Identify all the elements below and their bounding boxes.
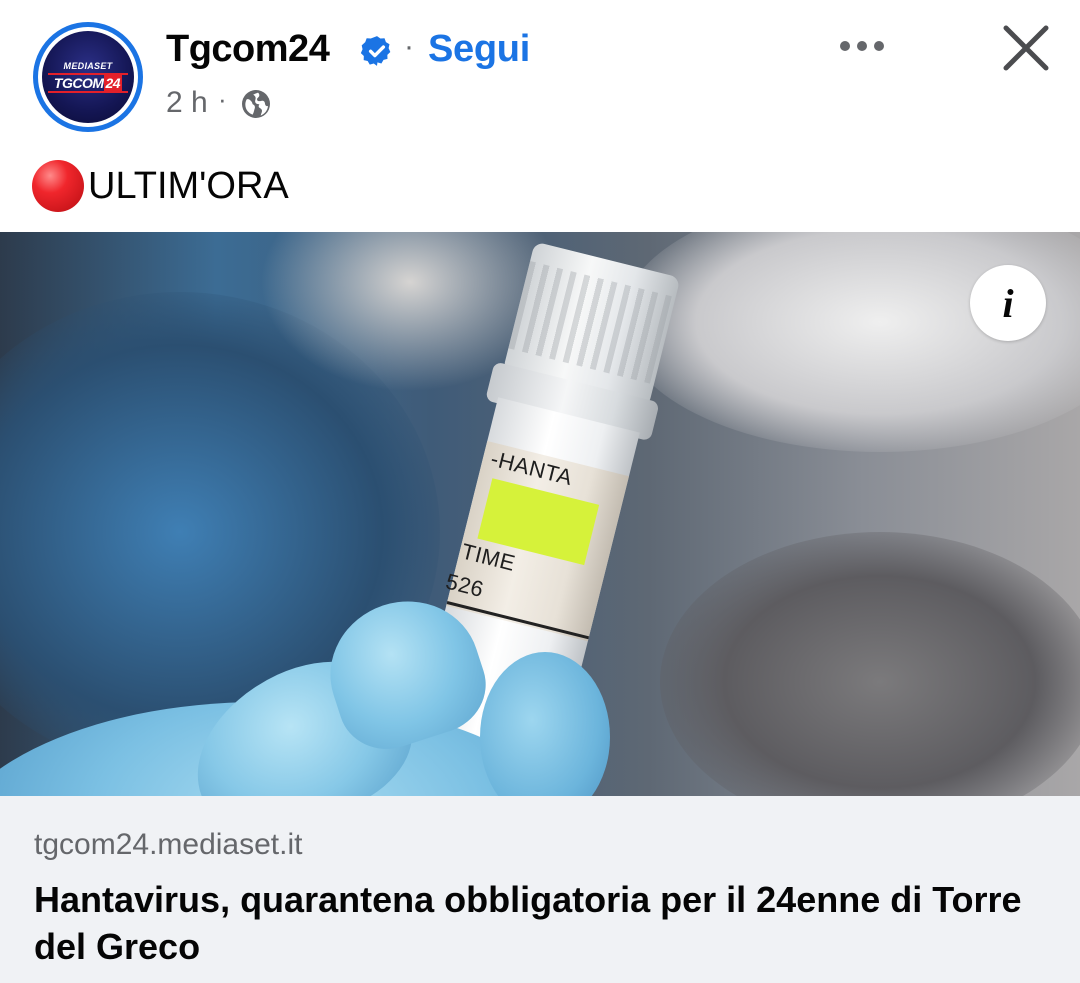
close-icon[interactable] <box>996 18 1056 78</box>
more-dot-icon <box>874 41 884 51</box>
more-dot-icon <box>857 41 867 51</box>
verified-badge-icon <box>360 36 391 66</box>
post-header: MEDIASET TGCOM 24 Tgcom24 · Segui 2 h · <box>0 0 1080 140</box>
gloved-hand <box>0 562 700 796</box>
more-dot-icon <box>840 41 850 51</box>
page-name-link[interactable]: Tgcom24 <box>166 28 330 71</box>
follow-button[interactable]: Segui <box>428 28 530 71</box>
page-avatar[interactable]: MEDIASET TGCOM 24 <box>33 22 143 132</box>
time-separator: · <box>218 84 227 114</box>
more-options-button[interactable] <box>832 26 892 66</box>
header-separator: · <box>404 30 414 63</box>
globe-icon <box>242 90 270 118</box>
link-title[interactable]: Hantavirus, quarantena obbligatoria per … <box>34 876 1044 970</box>
logo-tgcom-text: TGCOM 24 <box>48 73 128 93</box>
link-domain: tgcom24.mediaset.it <box>34 828 303 861</box>
tgcom24-logo: MEDIASET TGCOM 24 <box>42 31 134 123</box>
logo-mediaset-text: MEDIASET <box>63 61 113 71</box>
post-message-text: ULTIM'ORA <box>88 164 289 207</box>
red-circle-emoji-icon <box>32 160 84 212</box>
post-message: ULTIM'ORA <box>32 160 289 212</box>
post-timestamp[interactable]: 2 h <box>166 86 208 120</box>
info-icon[interactable]: i <box>970 265 1046 341</box>
link-preview-image[interactable]: -HANTA TIME 526 <box>0 232 1080 796</box>
